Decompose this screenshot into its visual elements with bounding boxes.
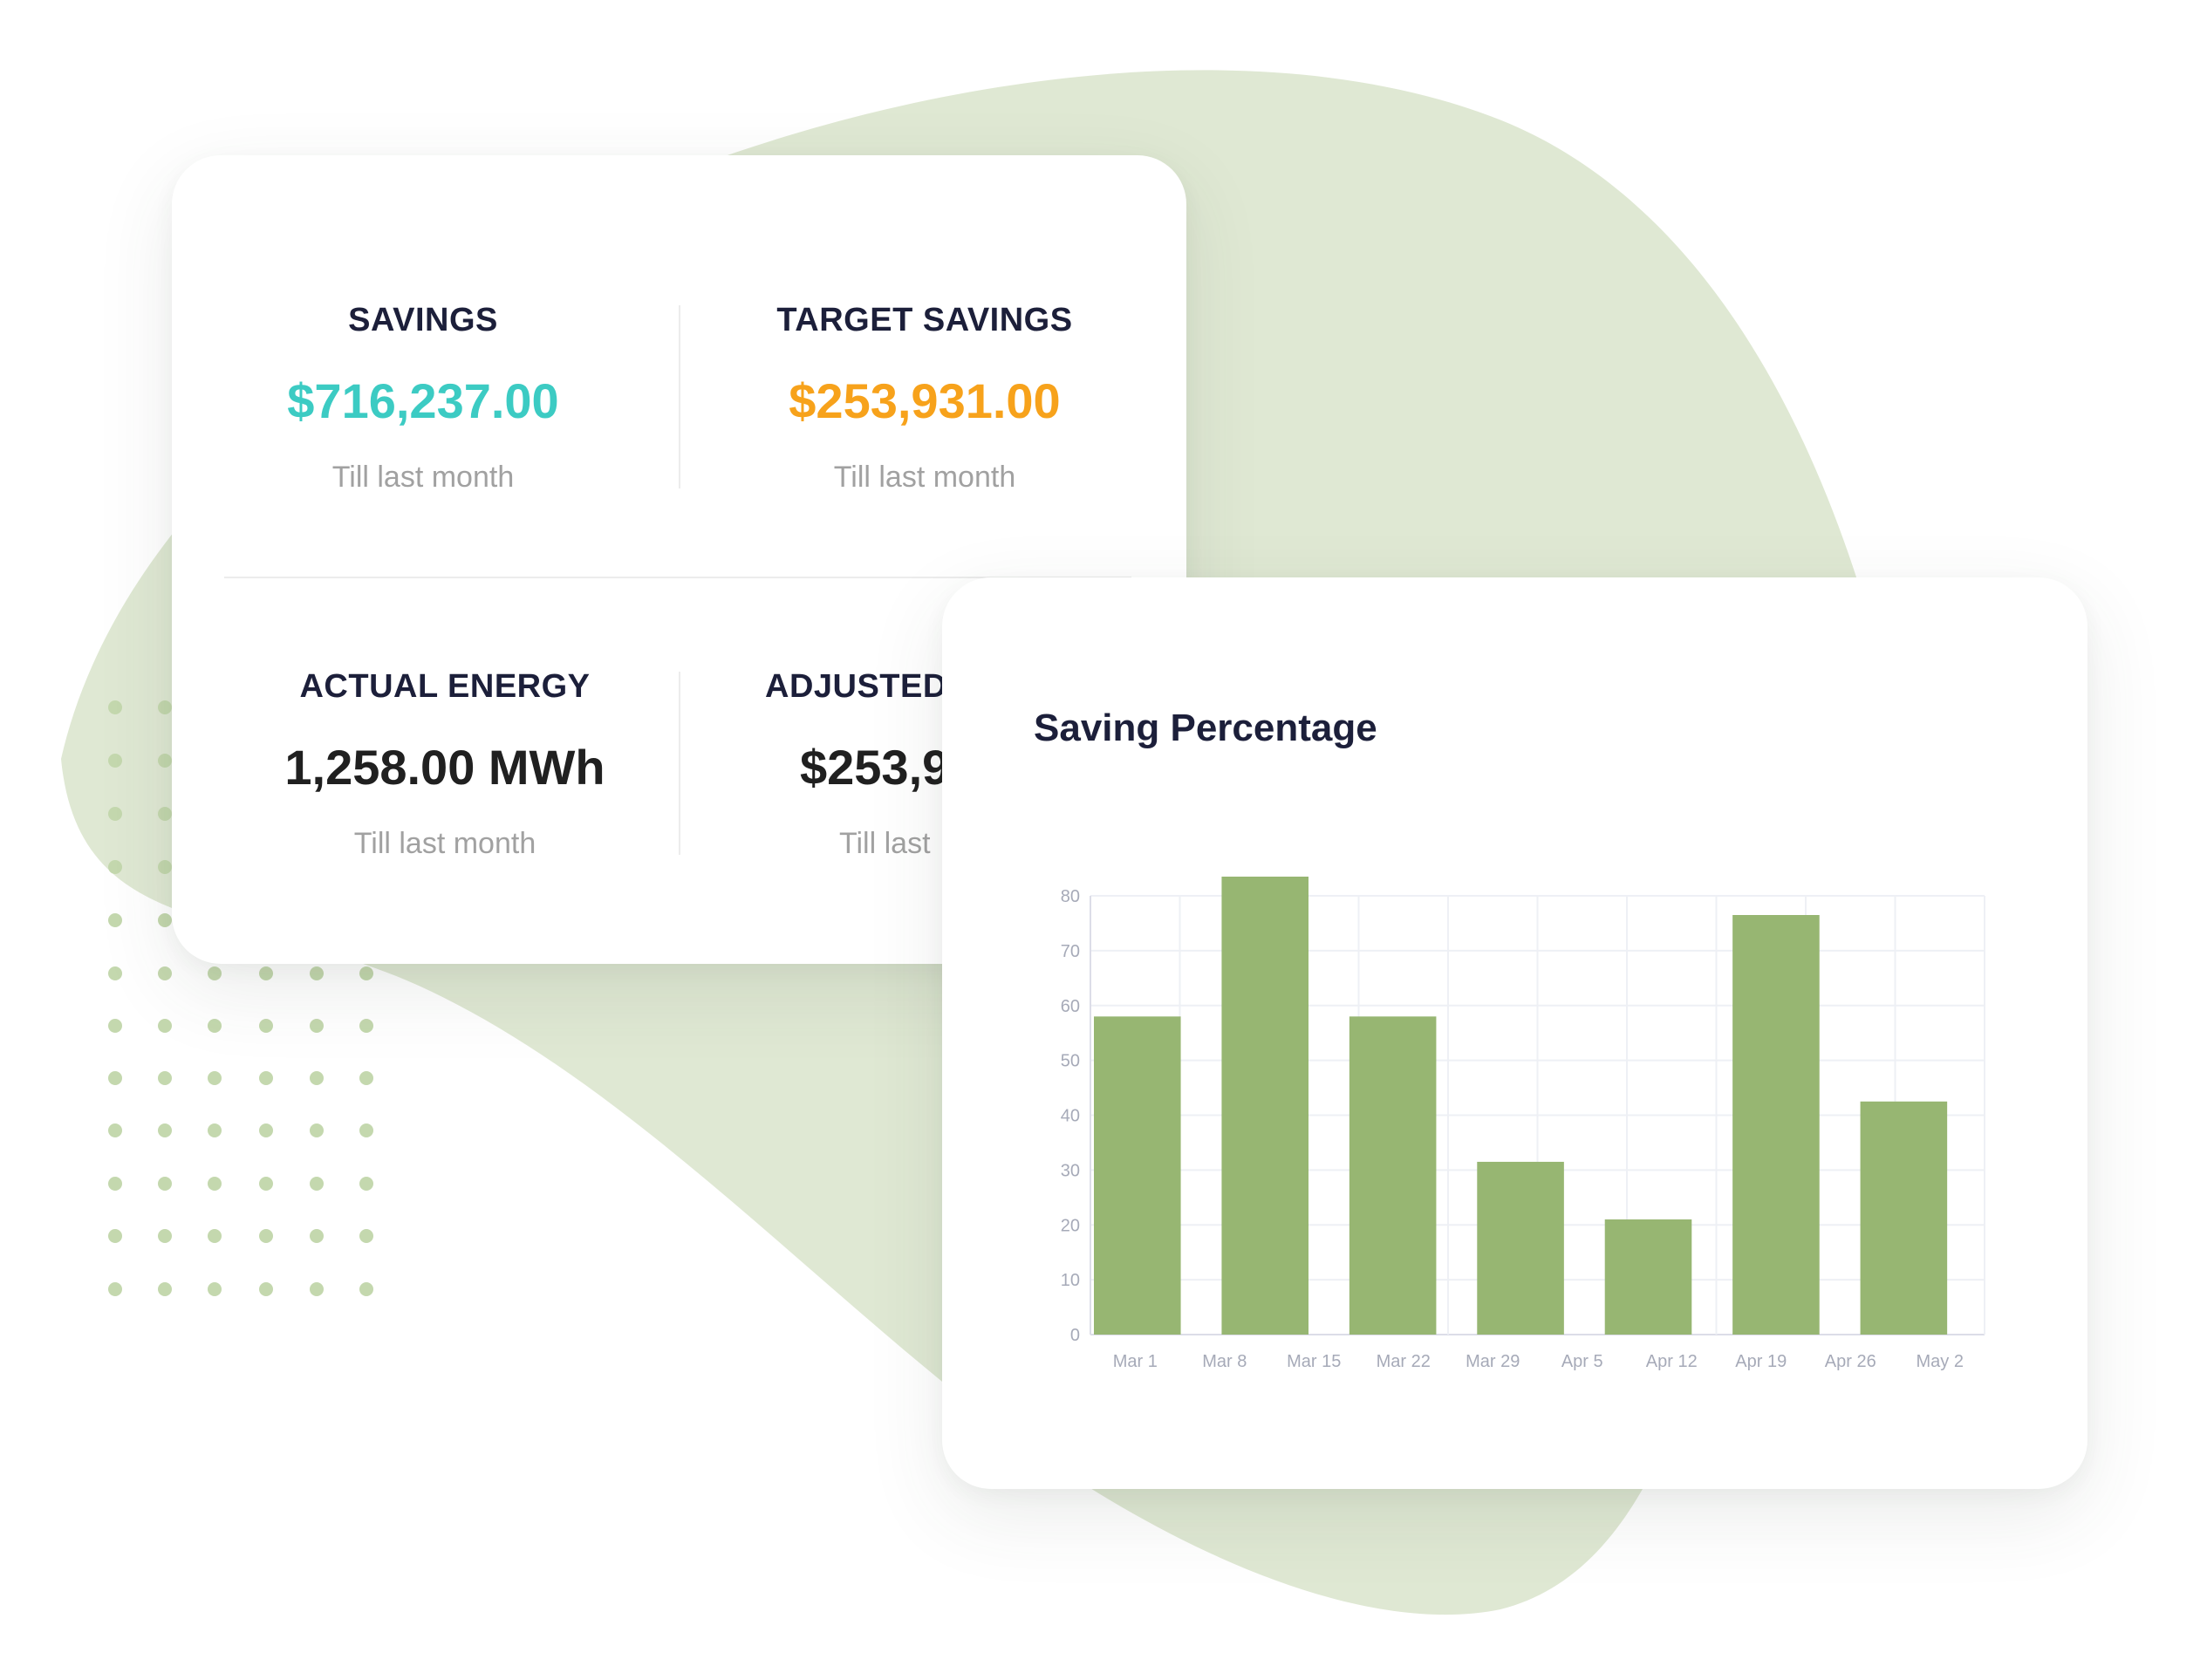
decor-dot	[259, 1071, 273, 1085]
actual-energy-value: 1,258.00 MWh	[284, 740, 605, 795]
decor-dot	[208, 1071, 222, 1085]
decor-dot	[208, 1282, 222, 1296]
savings-stat: SAVINGS $716,237.00 Till last month	[196, 302, 650, 495]
decor-dot	[158, 807, 172, 821]
decor-dot	[158, 1019, 172, 1033]
decor-dot	[158, 1123, 172, 1137]
y-tick-label: 30	[1061, 1161, 1080, 1180]
x-tick-label: Apr 26	[1825, 1352, 1876, 1371]
target-savings-subtext: Till last month	[833, 461, 1016, 494]
decor-dot	[310, 1019, 324, 1033]
target-savings-title: TARGET SAVINGS	[776, 302, 1073, 338]
decor-dot	[359, 1071, 373, 1085]
y-tick-label: 70	[1061, 942, 1080, 961]
decor-dot	[208, 1019, 222, 1033]
decor-dot	[310, 1282, 324, 1296]
chart-bar	[1094, 1016, 1181, 1335]
decor-dot	[108, 966, 122, 980]
decor-dot	[259, 1282, 273, 1296]
y-tick-label: 80	[1061, 887, 1080, 906]
decor-dot	[259, 966, 273, 980]
decor-dot	[359, 1019, 373, 1033]
decor-dot	[108, 1177, 122, 1191]
saving-percentage-card: Saving Percentage 0 10 20 30 40 50 60 70 80 Mar 1…	[942, 577, 2087, 1489]
chart-bar	[1732, 915, 1820, 1335]
decor-dot	[359, 1123, 373, 1137]
target-savings-stat: TARGET SAVINGS $253,931.00 Till last mon…	[698, 302, 1151, 495]
decor-dot	[359, 1229, 373, 1243]
savings-value: $716,237.00	[287, 373, 559, 428]
decor-dot	[108, 1123, 122, 1137]
savings-subtext: Till last month	[331, 461, 515, 494]
decor-dot	[310, 1071, 324, 1085]
decor-dot	[158, 754, 172, 768]
y-tick-label: 60	[1061, 997, 1080, 1016]
decor-dot	[208, 1177, 222, 1191]
chart-bar	[1477, 1161, 1564, 1335]
decor-dot	[310, 1123, 324, 1137]
chart-bar	[1349, 1016, 1437, 1335]
divider-vertical-top	[679, 305, 680, 488]
y-tick-label: 50	[1061, 1052, 1080, 1071]
decor-dot	[359, 966, 373, 980]
decor-dot	[158, 1071, 172, 1085]
decor-dot	[259, 1229, 273, 1243]
decor-dot	[108, 807, 122, 821]
divider-vertical-bottom	[679, 672, 680, 855]
y-tick-label: 20	[1061, 1216, 1080, 1235]
decor-dot	[259, 1019, 273, 1033]
decor-dot	[158, 1282, 172, 1296]
decor-dot	[108, 1071, 122, 1085]
actual-energy-subtext: Till last month	[353, 827, 536, 860]
target-savings-value: $253,931.00	[789, 373, 1061, 428]
decor-dot	[108, 1282, 122, 1296]
decor-dot	[108, 913, 122, 927]
decor-dot	[158, 966, 172, 980]
decor-dot	[108, 700, 122, 714]
decor-dot	[108, 754, 122, 768]
decor-dot	[108, 1229, 122, 1243]
x-tick-label: May 2	[1917, 1352, 1964, 1371]
decor-dot	[310, 1177, 324, 1191]
chart-bar	[1604, 1219, 1692, 1335]
x-tick-label: Mar 15	[1287, 1352, 1341, 1371]
decor-dot	[259, 1177, 273, 1191]
actual-energy-title: ACTUAL ENERGY	[299, 668, 591, 705]
decor-dot	[359, 1282, 373, 1296]
x-tick-label: Mar 8	[1202, 1352, 1247, 1371]
decor-dot	[359, 1177, 373, 1191]
decor-dot	[158, 860, 172, 874]
x-tick-label: Mar 1	[1113, 1352, 1158, 1371]
chart-bar	[1860, 1101, 1948, 1335]
decor-dot	[310, 1229, 324, 1243]
y-tick-label: 0	[1070, 1326, 1080, 1345]
decor-dot	[208, 1123, 222, 1137]
decor-dot	[158, 913, 172, 927]
actual-energy-stat: ACTUAL ENERGY 1,258.00 MWh Till last mon…	[218, 668, 672, 861]
chart-bar	[1221, 876, 1308, 1335]
page: SAVINGS $716,237.00 Till last month TARG…	[0, 0, 2207, 1680]
decor-dot	[108, 1019, 122, 1033]
x-tick-label: Mar 22	[1377, 1352, 1431, 1371]
decor-dot	[208, 1229, 222, 1243]
y-tick-label: 10	[1061, 1271, 1080, 1290]
decor-dot	[208, 966, 222, 980]
savings-title: SAVINGS	[348, 302, 498, 338]
decor-dot	[108, 860, 122, 874]
decor-dot	[259, 1123, 273, 1137]
x-tick-label: Apr 5	[1561, 1352, 1603, 1371]
y-tick-label: 40	[1061, 1107, 1080, 1126]
decor-dot	[310, 966, 324, 980]
decor-dot	[158, 1177, 172, 1191]
x-tick-label: Apr 19	[1735, 1352, 1787, 1371]
decor-dot	[158, 700, 172, 714]
x-tick-label: Apr 12	[1646, 1352, 1698, 1371]
decor-dot	[158, 1229, 172, 1243]
bar-chart: 0 10 20 30 40 50 60 70 80 Mar 1 Mar 8 Mar 15 Mar 22 M…	[1061, 876, 1985, 1371]
x-tick-label: Mar 29	[1466, 1352, 1520, 1371]
